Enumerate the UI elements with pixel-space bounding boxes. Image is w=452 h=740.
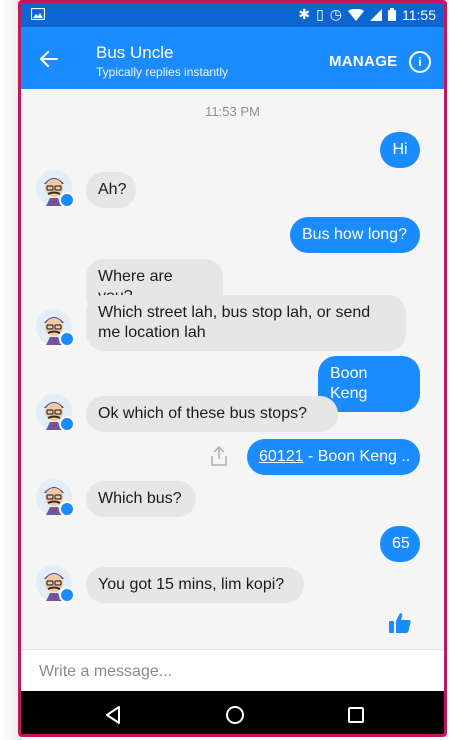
signal-icon [370, 8, 382, 21]
message-timestamp: 11:53 PM [205, 104, 260, 119]
message-composer [21, 649, 444, 692]
message-input[interactable] [37, 658, 421, 686]
nav-home-button[interactable] [223, 703, 247, 727]
arrow-left-icon [40, 51, 58, 67]
location-link-message[interactable]: 60121 - Boon Keng .. [247, 439, 420, 475]
avatar[interactable] [36, 309, 75, 347]
incoming-message[interactable]: Ah? [86, 172, 136, 208]
outgoing-message[interactable]: Hi [380, 132, 420, 168]
bluetooth-icon: ✱ [298, 6, 311, 22]
avatar[interactable] [36, 479, 75, 517]
nav-recents-button[interactable] [344, 703, 368, 727]
system-nav-bar [21, 691, 444, 734]
incoming-message[interactable]: Which street lah, bus stop lah, or send … [86, 295, 406, 351]
outgoing-message[interactable]: Bus how long? [290, 217, 420, 253]
info-button[interactable]: i [409, 51, 431, 73]
info-icon: i [418, 55, 422, 69]
incoming-message[interactable]: Which bus? [86, 481, 196, 517]
thumbs-up-icon [389, 613, 411, 633]
manage-button[interactable]: MANAGE [329, 53, 397, 70]
back-button[interactable] [35, 45, 63, 73]
bus-stop-name: - Boon Keng .. [303, 448, 411, 465]
vibrate-icon: ▯ [316, 6, 324, 22]
messenger-badge [59, 192, 75, 208]
nav-back-button[interactable] [101, 703, 125, 727]
messenger-badge [59, 331, 75, 347]
status-icons: ✱ ▯ ◷ 11:55 [298, 6, 436, 23]
avatar[interactable] [36, 394, 75, 432]
square-recents-icon [348, 707, 364, 723]
triangle-back-icon [106, 706, 120, 724]
messenger-badge [59, 587, 75, 603]
incoming-message[interactable]: Ok which of these bus stops? [86, 396, 338, 432]
status-time: 11:55 [402, 6, 436, 23]
share-button[interactable] [207, 444, 231, 468]
message-list[interactable]: 11:53 PM Hi Ah? Bus how long? Where are … [21, 89, 444, 649]
incoming-message[interactable]: You got 15 mins, lim kopi? [86, 567, 304, 603]
messenger-badge [59, 501, 75, 517]
wifi-icon [348, 8, 364, 21]
page-subtitle: Typically replies instantly [96, 65, 229, 79]
avatar[interactable] [36, 565, 75, 603]
image-icon [31, 8, 45, 20]
messenger-badge [59, 416, 75, 432]
phone-frame: ✱ ▯ ◷ 11:55 Bus Uncle Typically replies … [18, 0, 447, 737]
like-button[interactable] [388, 611, 412, 635]
share-icon [211, 445, 227, 466]
page-title: Bus Uncle [96, 43, 174, 62]
alarm-icon: ◷ [329, 6, 342, 22]
bus-stop-code-link[interactable]: 60121 [259, 447, 304, 467]
app-bar: Bus Uncle Typically replies instantly MA… [21, 27, 444, 89]
outgoing-message[interactable]: 65 [380, 526, 420, 562]
status-bar: ✱ ▯ ◷ 11:55 [21, 3, 444, 27]
battery-icon [388, 8, 396, 21]
avatar[interactable] [36, 170, 75, 208]
circle-home-icon [226, 706, 244, 724]
